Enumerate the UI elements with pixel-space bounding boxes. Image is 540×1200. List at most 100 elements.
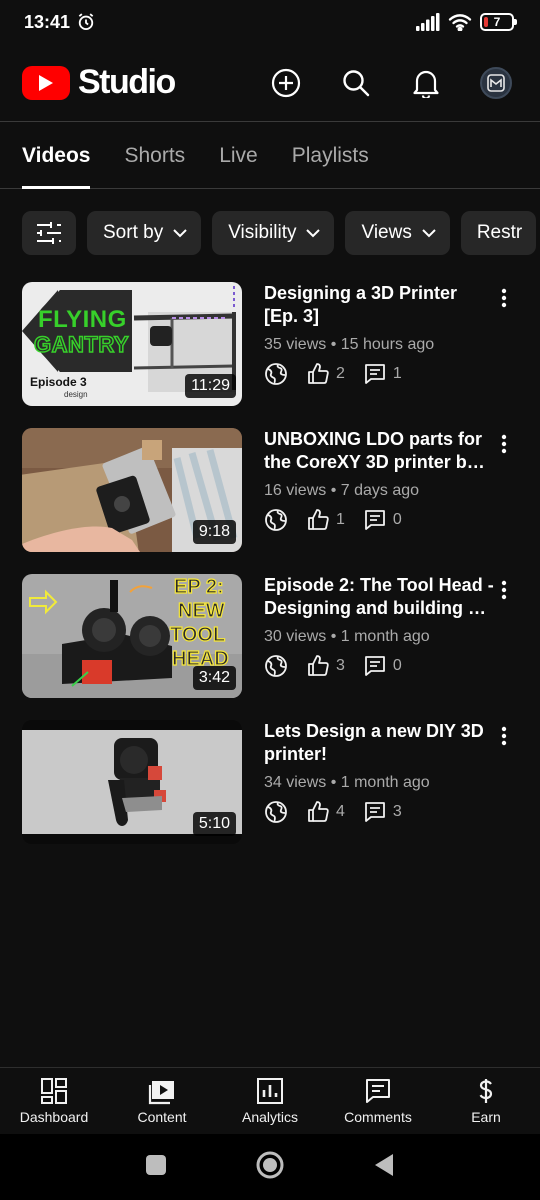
- thumbs-up-icon: [308, 363, 329, 384]
- thumbs-up-icon: [308, 655, 329, 676]
- wifi-icon: [448, 14, 472, 31]
- thumbnail-text-flying: FLYING: [38, 306, 127, 333]
- back-triangle-icon: [375, 1153, 393, 1176]
- views-label: Views: [361, 222, 412, 243]
- thumbnail-text-gantry: GANTRY: [33, 331, 130, 358]
- list-item[interactable]: 5:10 Lets Design a new DIY 3D printer! 3…: [0, 720, 540, 866]
- restrictions-chip[interactable]: Restr: [460, 211, 537, 255]
- more-options-button[interactable]: [496, 432, 512, 456]
- list-item[interactable]: 9:18 UNBOXING LDO parts for the CoreXY 3…: [0, 428, 540, 574]
- search-icon: [343, 69, 370, 96]
- video-duration: 11:29: [185, 374, 236, 398]
- tab-playlists[interactable]: Playlists: [292, 144, 369, 188]
- status-bar: 13:41 7: [0, 0, 540, 44]
- comment-count: 0: [392, 511, 402, 528]
- views-chip[interactable]: Views: [345, 211, 450, 255]
- video-duration: 3:42: [192, 666, 236, 690]
- back-button[interactable]: [373, 1153, 395, 1182]
- like-count: 2: [336, 365, 345, 382]
- tune-icon: [37, 222, 61, 244]
- nav-label: Comments: [344, 1109, 412, 1125]
- content-tabs: Videos Shorts Live Playlists: [0, 122, 540, 189]
- square-icon: [146, 1154, 166, 1175]
- comment-icon: [365, 656, 385, 676]
- list-item[interactable]: FLYING GANTRY Episode 3 design 11:29 Des…: [0, 282, 540, 428]
- video-duration: 5:10: [192, 812, 236, 836]
- video-title[interactable]: UNBOXING LDO parts for the CoreXY 3D pri…: [264, 428, 494, 474]
- nav-earn[interactable]: Earn: [432, 1068, 540, 1134]
- chevron-down-icon: [422, 228, 436, 237]
- chevron-down-icon: [306, 228, 321, 237]
- more-options-button[interactable]: [496, 578, 512, 602]
- thumbnail-text-tool: TOOL: [169, 623, 226, 646]
- recent-apps-button[interactable]: [145, 1154, 167, 1181]
- nav-analytics[interactable]: Analytics: [216, 1068, 324, 1134]
- more-vertical-icon: [501, 580, 507, 600]
- avatar[interactable]: [480, 66, 512, 99]
- tab-videos[interactable]: Videos: [22, 144, 91, 189]
- like-count: 4: [336, 803, 345, 820]
- more-options-button[interactable]: [496, 724, 512, 748]
- video-meta: 30 views • 1 month ago: [264, 628, 430, 645]
- home-circle-icon: [256, 1151, 284, 1178]
- nav-label: Analytics: [241, 1109, 299, 1125]
- comment-count: 3: [392, 803, 402, 820]
- video-meta: 16 views • 7 days ago: [264, 482, 420, 499]
- video-list: FLYING GANTRY Episode 3 design 11:29 Des…: [0, 282, 540, 866]
- thumbnail-text-ep2: EP 2:: [173, 575, 224, 598]
- list-item[interactable]: EP 2: NEW TOOL HEAD 3:42 Episode 2: The …: [0, 574, 540, 720]
- studio-logo: Studio: [22, 63, 176, 102]
- visibility-chip[interactable]: Visibility: [212, 211, 335, 255]
- tab-shorts[interactable]: Shorts: [124, 144, 185, 188]
- content-icon: [148, 1081, 174, 1105]
- tab-live[interactable]: Live: [219, 144, 258, 188]
- nav-dashboard[interactable]: Dashboard: [0, 1068, 108, 1134]
- chevron-down-icon: [173, 228, 187, 237]
- thumbnail-text-episode: Episode 3: [30, 375, 87, 389]
- notifications-button[interactable]: [410, 67, 442, 99]
- sort-by-label: Sort by: [103, 222, 164, 243]
- search-button[interactable]: [340, 67, 372, 99]
- video-meta: 34 views • 1 month ago: [264, 774, 430, 791]
- visibility-label: Visibility: [228, 222, 297, 243]
- add-circle-icon: [271, 68, 301, 97]
- home-button[interactable]: [255, 1150, 285, 1185]
- video-thumbnail[interactable]: 5:10: [22, 720, 242, 844]
- filter-chips: Sort by Visibility Views Restr: [22, 211, 540, 255]
- like-count: 3: [336, 657, 345, 674]
- thumbs-up-icon: [308, 801, 329, 822]
- nav-label: Earn: [471, 1109, 501, 1125]
- video-thumbnail[interactable]: FLYING GANTRY Episode 3 design 11:29: [22, 282, 242, 406]
- comment-count: 0: [392, 657, 402, 674]
- nav-content[interactable]: Content: [108, 1068, 216, 1134]
- globe-icon: [265, 509, 287, 531]
- video-thumbnail[interactable]: EP 2: NEW TOOL HEAD 3:42: [22, 574, 242, 698]
- create-button[interactable]: [270, 67, 302, 99]
- youtube-logo-icon: [22, 65, 70, 100]
- channel-avatar-icon: [487, 73, 505, 92]
- nav-comments[interactable]: Comments: [324, 1068, 432, 1134]
- more-options-button[interactable]: [496, 286, 512, 310]
- battery-indicator: 7: [480, 13, 517, 31]
- video-thumbnail[interactable]: 9:18: [22, 428, 242, 552]
- nav-label: Content: [137, 1109, 187, 1125]
- comments-icon: [366, 1079, 390, 1103]
- video-meta: 35 views • 15 hours ago: [264, 336, 435, 353]
- comment-count: 1: [392, 365, 402, 382]
- video-title[interactable]: Designing a 3D Printer [Ep. 3]: [264, 282, 494, 328]
- earn-icon: [479, 1079, 493, 1103]
- battery-level: 7: [493, 15, 501, 29]
- globe-icon: [265, 655, 287, 677]
- like-count: 1: [336, 511, 345, 528]
- thumbs-up-icon: [308, 509, 329, 530]
- video-title[interactable]: Episode 2: The Tool Head - Designing and…: [264, 574, 494, 620]
- comment-icon: [365, 364, 385, 384]
- system-navigation: [0, 1134, 540, 1200]
- bell-icon: [413, 70, 439, 98]
- video-title[interactable]: Lets Design a new DIY 3D printer!: [264, 720, 494, 766]
- signal-icon: [416, 13, 440, 31]
- restrictions-label: Restr: [476, 222, 523, 243]
- sort-by-chip[interactable]: Sort by: [87, 211, 202, 255]
- analytics-icon: [257, 1078, 283, 1104]
- filter-settings-button[interactable]: [22, 211, 76, 255]
